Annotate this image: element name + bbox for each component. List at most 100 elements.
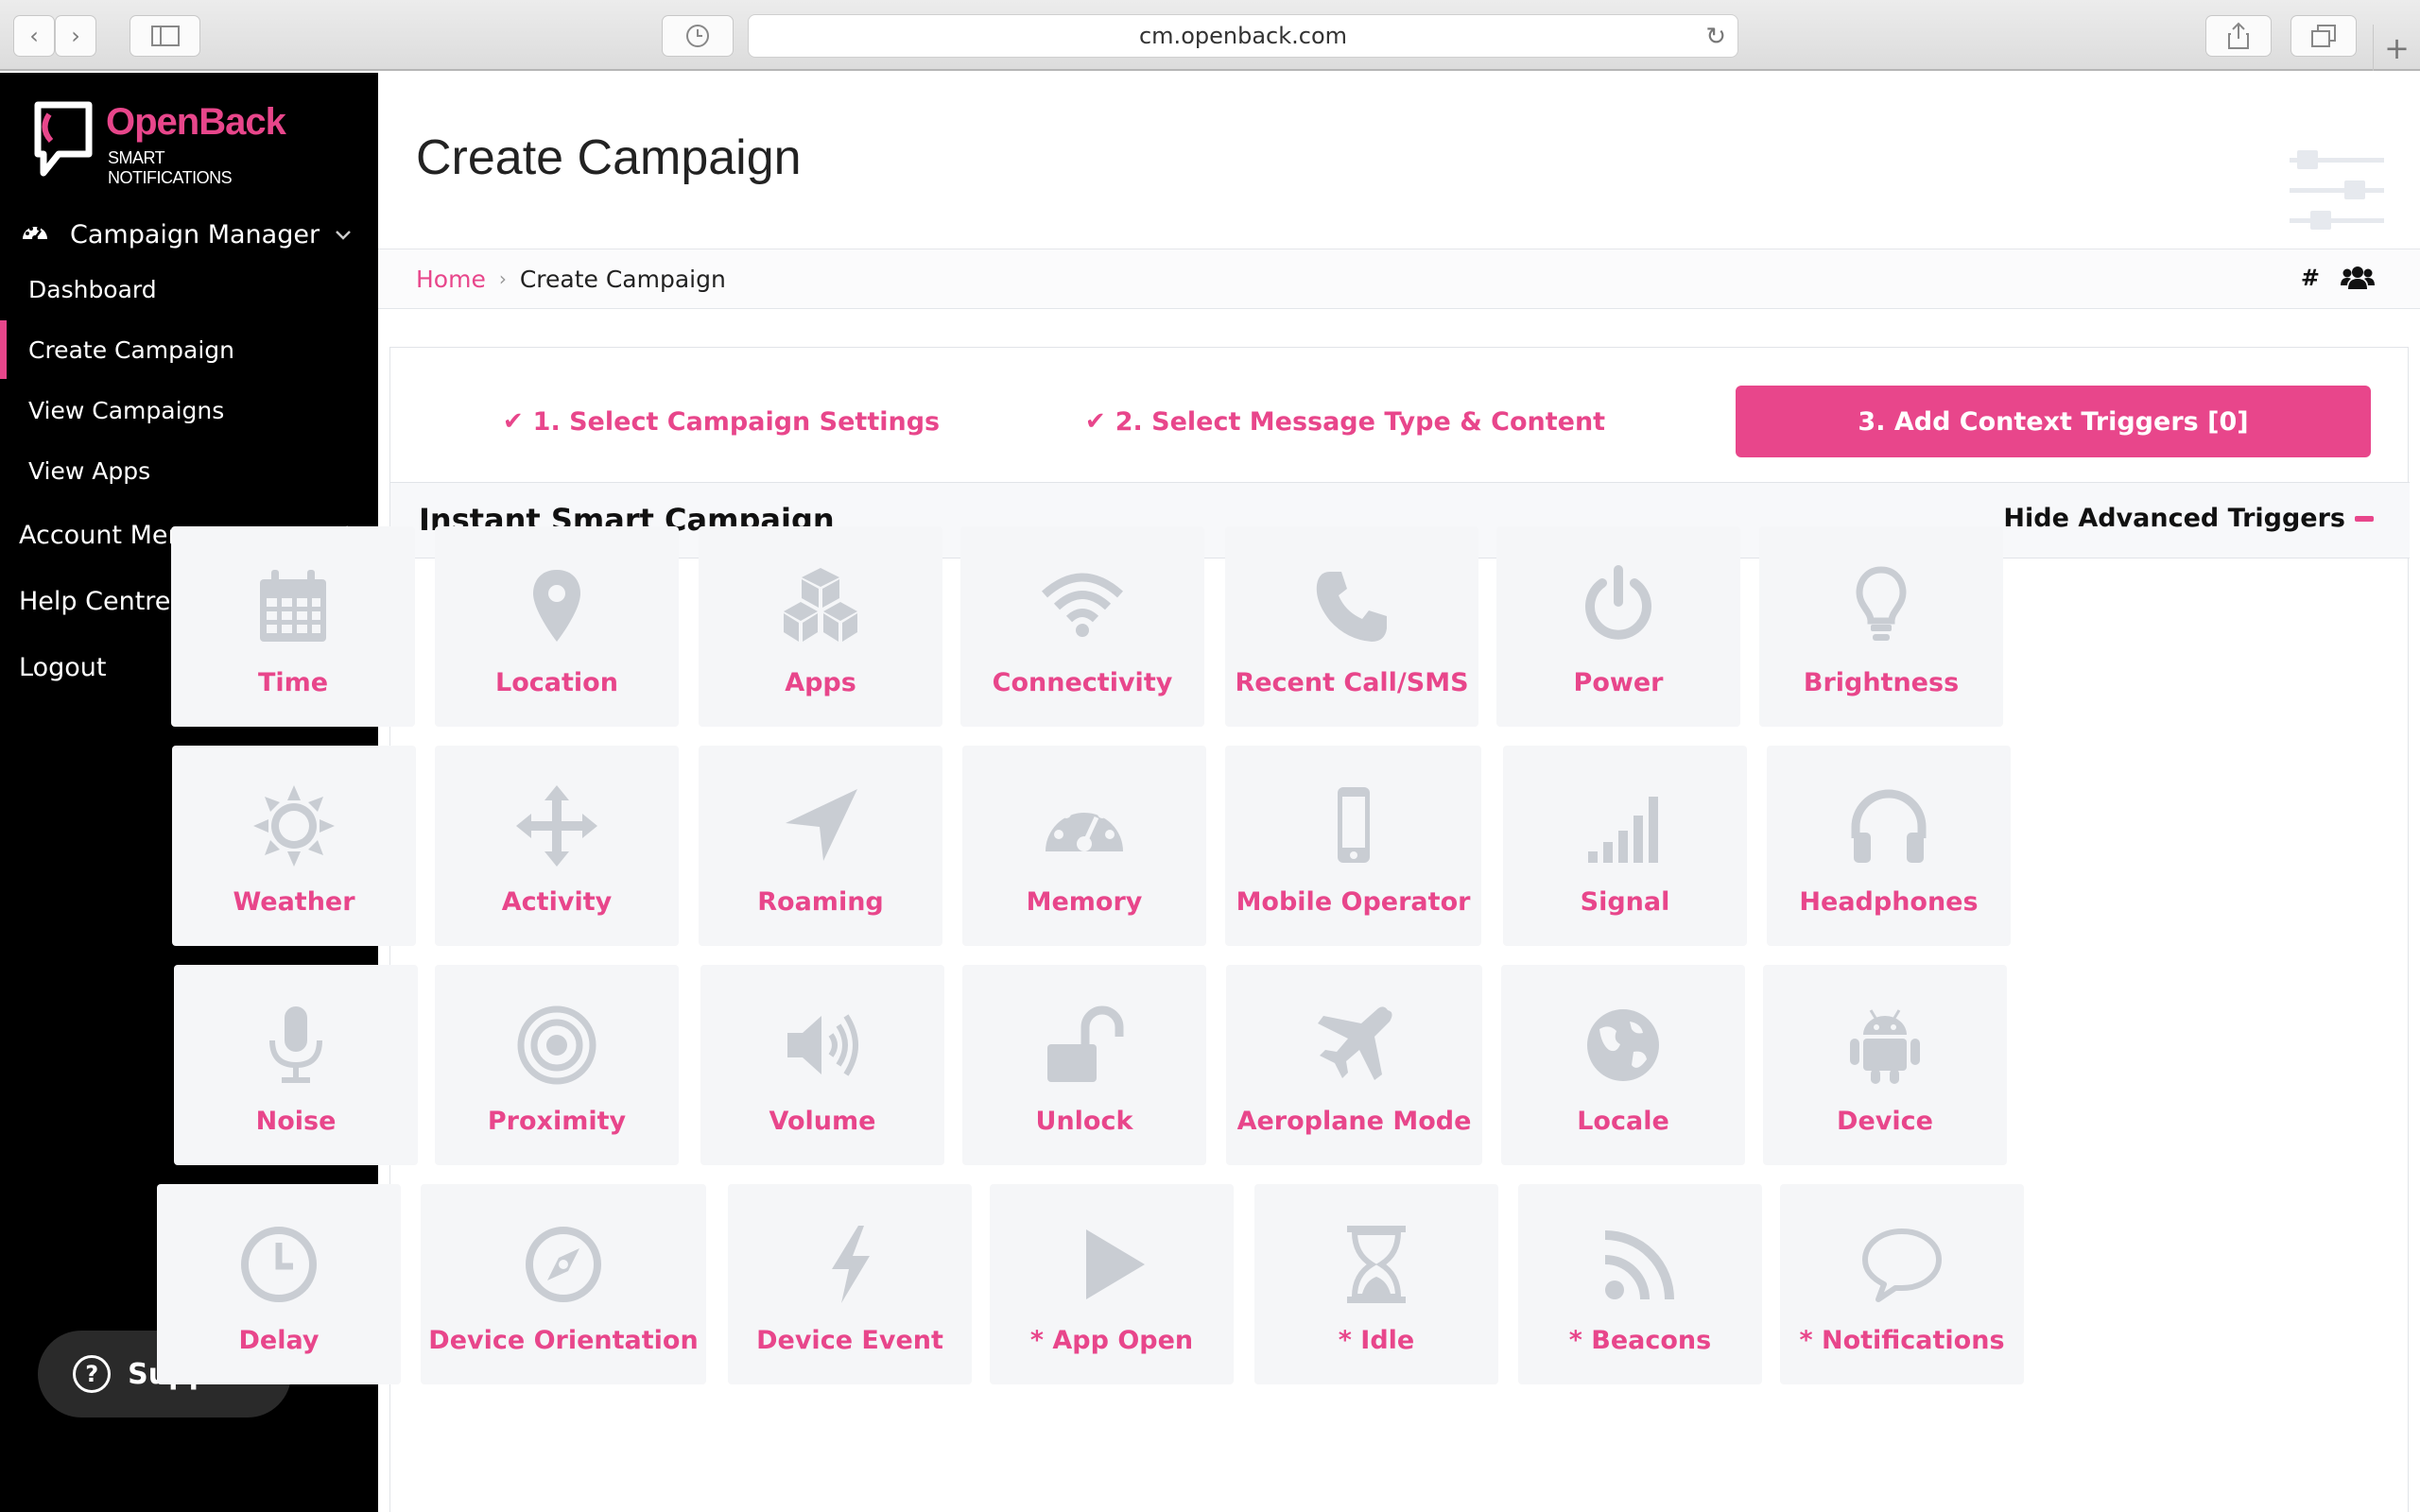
trigger-tile-brightness[interactable]: Brightness xyxy=(1759,526,2003,727)
trigger-tile-app-open[interactable]: * App Open xyxy=(990,1184,1234,1384)
breadcrumb-home-link[interactable]: Home xyxy=(416,266,486,293)
trigger-tile-device[interactable]: Device xyxy=(1763,965,2007,1165)
page-title: Create Campaign xyxy=(416,130,802,185)
trigger-label: Activity xyxy=(501,887,613,917)
back-button[interactable]: ‹ xyxy=(13,15,55,57)
trigger-label: Brightness xyxy=(1803,668,1960,697)
hash-link[interactable]: # xyxy=(2301,265,2320,291)
question-mark-icon: ? xyxy=(73,1355,112,1393)
sidebar-item-create-campaign[interactable]: Create Campaign xyxy=(0,320,378,379)
trigger-tile-headphones[interactable]: Headphones xyxy=(1767,746,2011,946)
trigger-tile-aeroplane-mode[interactable]: Aeroplane Mode xyxy=(1226,965,1482,1165)
trigger-label: Device Event xyxy=(756,1326,943,1355)
hourglass-icon xyxy=(1347,1226,1406,1303)
trigger-tile-recent-call-sms[interactable]: Recent Call/SMS xyxy=(1225,526,1478,727)
trigger-tile-time[interactable]: Time xyxy=(171,526,415,727)
wifi-icon xyxy=(1041,573,1124,637)
trigger-tile-device-event[interactable]: Device Event xyxy=(728,1184,972,1384)
trigger-tile-power[interactable]: Power xyxy=(1496,526,1740,727)
trigger-tile-mobile-operator[interactable]: Mobile Operator xyxy=(1225,746,1481,946)
address-bar[interactable]: cm.openback.com ↻ xyxy=(748,14,1738,58)
toggle-label: Hide Advanced Triggers xyxy=(2003,504,2345,533)
trigger-label: * Notifications xyxy=(1799,1326,2005,1355)
breadcrumb: Home › Create Campaign # xyxy=(378,249,2420,309)
checkmark-icon: ✔ xyxy=(502,407,524,436)
trigger-label: Proximity xyxy=(487,1107,627,1136)
trigger-tile-location[interactable]: Location xyxy=(435,526,679,727)
step-label: 2. Select Message Type & Content xyxy=(1115,406,1606,437)
main-content: Create Campaign Home › Create Campaign #… xyxy=(157,73,2420,1512)
campaign-manager-menu[interactable]: Campaign Manager xyxy=(0,205,378,264)
sidebar-item-view-campaigns[interactable]: View Campaigns xyxy=(0,381,378,439)
gauge-icon xyxy=(1046,799,1123,851)
calendar-icon xyxy=(260,570,326,642)
android-icon xyxy=(1850,1009,1920,1084)
trigger-tile-activity[interactable]: Activity xyxy=(435,746,679,946)
forward-button[interactable]: › xyxy=(55,15,96,57)
share-icon xyxy=(2228,22,2249,49)
trigger-label: Weather xyxy=(233,887,355,917)
trigger-tile-signal[interactable]: Signal xyxy=(1503,746,1747,946)
trigger-tile-unlock[interactable]: Unlock xyxy=(962,965,1206,1165)
sidebar-item-view-apps[interactable]: View Apps xyxy=(0,441,378,500)
cubes-icon xyxy=(784,568,857,642)
history-button[interactable] xyxy=(662,15,734,57)
campaign-card: ✔ 1. Select Campaign Settings ✔ 2. Selec… xyxy=(157,347,2410,1512)
logout-label: Logout xyxy=(19,652,107,682)
sidebar-toggle-button[interactable] xyxy=(130,15,200,57)
new-tab-button[interactable]: + xyxy=(2373,25,2420,71)
rss-icon xyxy=(1604,1230,1674,1300)
wizard-steps: ✔ 1. Select Campaign Settings ✔ 2. Selec… xyxy=(390,348,2410,483)
microphone-icon xyxy=(269,1006,322,1083)
headphones-icon xyxy=(1851,789,1927,863)
chevron-down-icon xyxy=(335,223,352,247)
trigger-label: Memory xyxy=(1026,887,1143,917)
reload-icon[interactable]: ↻ xyxy=(1705,23,1726,51)
trigger-label: Roaming xyxy=(757,887,884,917)
compass-icon xyxy=(526,1227,601,1302)
tabs-button[interactable] xyxy=(2290,15,2357,57)
mobile-icon xyxy=(1337,787,1370,863)
share-button[interactable] xyxy=(2205,15,2272,57)
trigger-tile-weather[interactable]: Weather xyxy=(172,746,416,946)
trigger-tile-proximity[interactable]: Proximity xyxy=(435,965,679,1165)
step-campaign-settings[interactable]: ✔ 1. Select Campaign Settings xyxy=(485,386,958,457)
sidebar-item-dashboard[interactable]: Dashboard xyxy=(0,260,378,318)
trigger-label: Noise xyxy=(255,1107,337,1136)
power-icon xyxy=(1585,565,1651,640)
users-icon[interactable] xyxy=(2341,265,2375,291)
trigger-tile-beacons[interactable]: * Beacons xyxy=(1518,1184,1762,1384)
play-icon xyxy=(1086,1229,1145,1299)
trigger-tile-device-orientation[interactable]: Device Orientation xyxy=(421,1184,706,1384)
step-label: 3. Add Context Triggers [0] xyxy=(1858,406,2249,437)
lightbulb-icon xyxy=(1856,566,1907,641)
trigger-tile-roaming[interactable]: Roaming xyxy=(699,746,942,946)
step-context-triggers[interactable]: 3. Add Context Triggers [0] xyxy=(1736,386,2371,457)
trigger-tile-idle[interactable]: * Idle xyxy=(1254,1184,1498,1384)
trigger-label: Recent Call/SMS xyxy=(1235,668,1469,697)
step-message-type[interactable]: ✔ 2. Select Message Type & Content xyxy=(1071,386,1619,457)
trigger-tile-noise[interactable]: Noise xyxy=(174,965,418,1165)
campaign-manager-label: Campaign Manager xyxy=(70,219,320,249)
trigger-label: Device Orientation xyxy=(428,1326,699,1355)
openback-logo[interactable]: OpenBack SMART NOTIFICATIONS xyxy=(30,95,286,190)
trigger-label: Time xyxy=(257,668,329,697)
trigger-label: Device xyxy=(1837,1107,1933,1136)
globe-icon xyxy=(1587,1009,1659,1081)
tabs-icon xyxy=(2311,25,2336,47)
unlock-icon xyxy=(1047,1005,1124,1082)
trigger-tile-locale[interactable]: Locale xyxy=(1501,965,1745,1165)
trigger-tile-delay[interactable]: Delay xyxy=(157,1184,401,1384)
trigger-tile-notifications[interactable]: * Notifications xyxy=(1780,1184,2024,1384)
trigger-tile-apps[interactable]: Apps xyxy=(699,526,942,727)
trigger-tile-connectivity[interactable]: Connectivity xyxy=(960,526,1204,727)
hide-advanced-triggers-toggle[interactable]: Hide Advanced Triggers xyxy=(2003,504,2374,533)
target-icon xyxy=(517,1005,596,1085)
trigger-tile-memory[interactable]: Memory xyxy=(962,746,1206,946)
sliders-icon[interactable] xyxy=(2290,150,2384,230)
trigger-tile-volume[interactable]: Volume xyxy=(700,965,944,1165)
trigger-label: Volume xyxy=(769,1107,876,1136)
sidebar-item-label: Create Campaign xyxy=(28,335,234,364)
trigger-label: Connectivity xyxy=(992,668,1173,697)
phone-icon xyxy=(1316,572,1387,642)
